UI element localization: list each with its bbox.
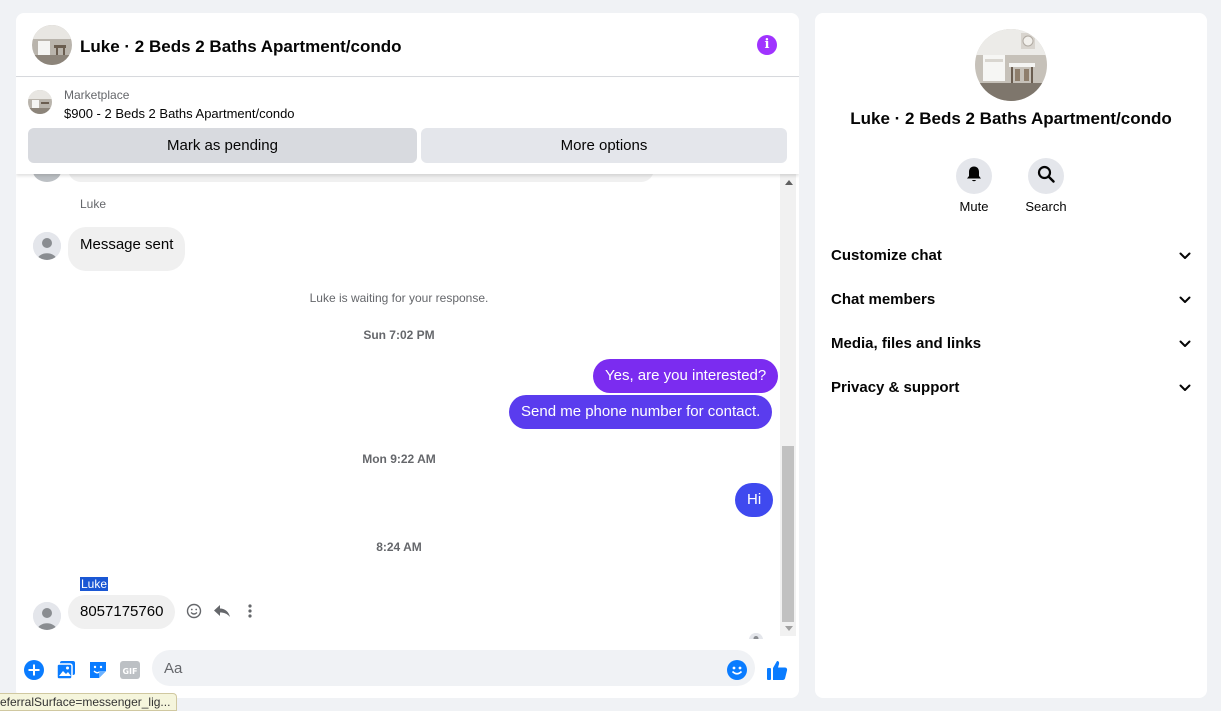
search-label: Search: [1025, 199, 1067, 214]
message-bubble-partial: [68, 174, 654, 182]
read-receipt-avatar: [749, 633, 763, 639]
mark-as-pending-button[interactable]: Mark as pending: [28, 128, 417, 163]
search-icon: [1037, 165, 1055, 188]
bell-icon: [965, 165, 983, 188]
timestamp: Mon 9:22 AM: [362, 452, 436, 466]
section-customize-chat[interactable]: Customize chat: [831, 233, 1191, 277]
chevron-down-icon: [1179, 291, 1191, 308]
message-actions: [184, 601, 260, 621]
outgoing-message[interactable]: Yes, are you interested?: [593, 359, 779, 393]
mute-button[interactable]: [956, 158, 992, 194]
section-label: Chat members: [831, 290, 936, 308]
avatar: [33, 174, 61, 182]
sender-avatar[interactable]: [33, 232, 61, 260]
conversation-info-panel: Luke · 2 Beds 2 Baths Apartment/condo Mu…: [815, 13, 1207, 698]
more-vertical-icon[interactable]: [240, 601, 260, 621]
incoming-message[interactable]: 8057175760: [68, 595, 176, 629]
emoji-icon[interactable]: [726, 659, 748, 681]
outgoing-message[interactable]: Send me phone number for contact.: [509, 395, 773, 429]
section-label: Customize chat: [831, 246, 942, 264]
section-label: Media, files and links: [831, 334, 982, 352]
chat-panel: Luke · 2 Beds 2 Baths Apartment/condo i …: [16, 13, 799, 698]
listing-title[interactable]: $900 - 2 Beds 2 Baths Apartment/condo: [64, 106, 295, 121]
marketplace-listing: Marketplace $900 - 2 Beds 2 Baths Apartm…: [16, 78, 799, 174]
composer: GIF: [16, 649, 799, 698]
thumbs-up-icon[interactable]: [766, 659, 788, 681]
plus-icon[interactable]: [23, 659, 45, 681]
reply-arrow-icon[interactable]: [212, 601, 232, 621]
mute-label: Mute: [959, 199, 989, 214]
listing-category: Marketplace: [64, 88, 130, 102]
incoming-message[interactable]: Message sent: [68, 227, 186, 271]
scroll-down-arrow-icon[interactable]: [785, 626, 793, 631]
svg-text:GIF: GIF: [122, 667, 137, 676]
message-sender: Luke: [80, 197, 107, 211]
info-title: Luke · 2 Beds 2 Baths Apartment/condo: [850, 109, 1172, 128]
react-smiley-icon[interactable]: [184, 601, 204, 621]
waiting-notice: Luke is waiting for your response.: [309, 291, 489, 305]
message-sender: Luke: [80, 577, 109, 591]
section-chat-members[interactable]: Chat members: [831, 277, 1191, 321]
thread-scrollbar[interactable]: [780, 174, 796, 636]
timestamp: 8:24 AM: [376, 540, 422, 554]
conversation-title: Luke · 2 Beds 2 Baths Apartment/condo: [80, 37, 402, 56]
timestamp: Sun 7:02 PM: [363, 328, 435, 342]
chevron-down-icon: [1179, 335, 1191, 352]
listing-avatar-large: [975, 29, 1047, 101]
listing-thumbnail[interactable]: [28, 90, 52, 114]
photo-icon[interactable]: [55, 659, 77, 681]
message-input[interactable]: [152, 650, 755, 686]
section-privacy-support[interactable]: Privacy & support: [831, 365, 1191, 409]
outgoing-message[interactable]: Hi: [735, 483, 774, 517]
browser-status-bar: eferralSurface=messenger_lig...: [0, 693, 178, 711]
chevron-down-icon: [1179, 247, 1191, 264]
sticker-icon[interactable]: [87, 659, 109, 681]
gif-icon[interactable]: GIF: [119, 659, 141, 681]
scroll-thumb[interactable]: [782, 446, 794, 622]
section-label: Privacy & support: [831, 378, 960, 396]
listing-avatar[interactable]: [32, 25, 72, 65]
search-button[interactable]: [1028, 158, 1064, 194]
more-options-button[interactable]: More options: [421, 128, 787, 163]
scroll-up-arrow-icon[interactable]: [785, 180, 793, 185]
chat-header: Luke · 2 Beds 2 Baths Apartment/condo i: [16, 13, 799, 77]
chevron-down-icon: [1179, 379, 1191, 396]
sender-avatar[interactable]: [33, 602, 61, 630]
section-media-files-links[interactable]: Media, files and links: [831, 321, 1191, 365]
info-icon[interactable]: i: [757, 35, 777, 55]
message-thread: Luke Message sent Luke is waiting for yo…: [16, 174, 799, 639]
